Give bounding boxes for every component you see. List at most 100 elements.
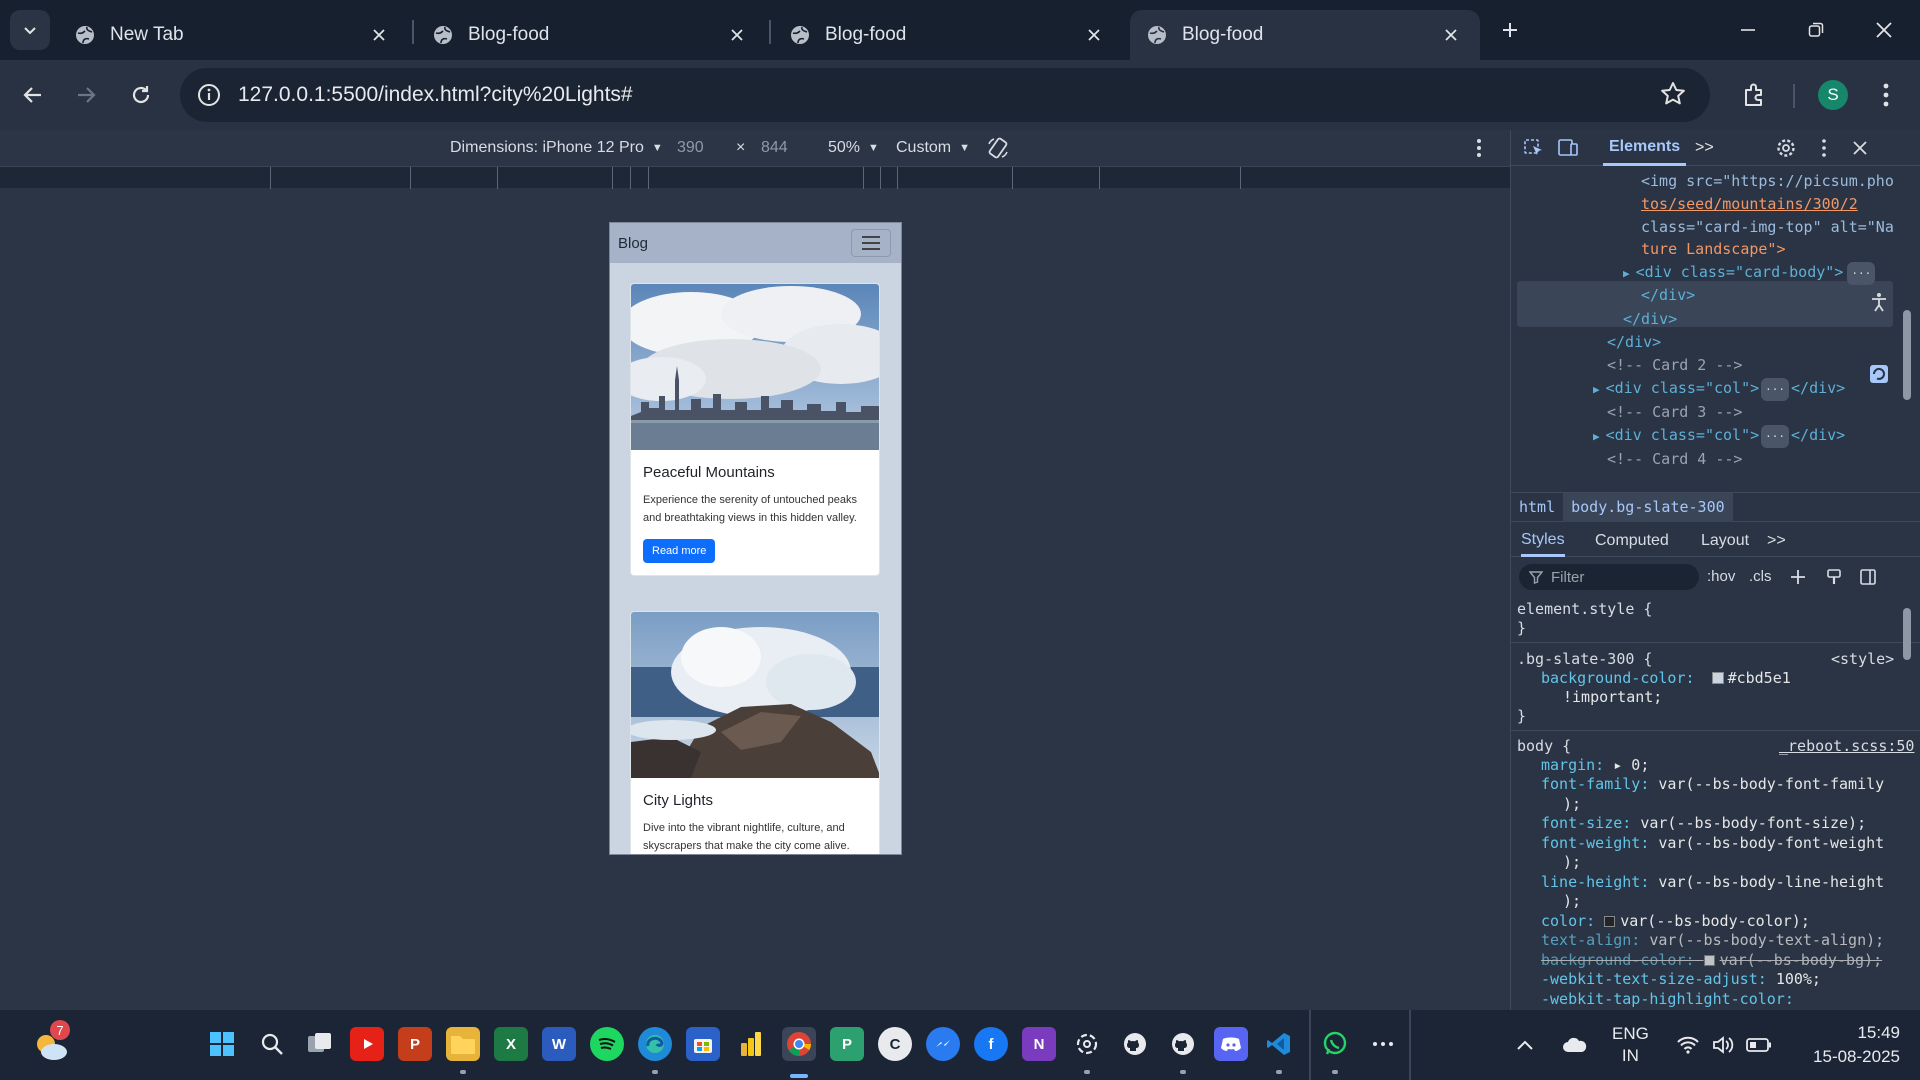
media-query-marker[interactable] — [897, 167, 898, 189]
onedrive-button[interactable] — [1562, 1010, 1588, 1080]
zoom-selector[interactable]: 50% ▼ — [828, 139, 879, 157]
media-query-marker[interactable] — [270, 167, 271, 189]
dom-tree[interactable]: <img src="https://picsum.pho tos/seed/mou… — [1511, 166, 1920, 466]
tab-blog-food-2[interactable]: Blog-food — [773, 10, 1123, 60]
navbar-brand[interactable]: Blog — [618, 235, 648, 252]
media-query-marker[interactable] — [410, 167, 411, 189]
navbar-toggler-button[interactable] — [851, 229, 891, 257]
color-swatch[interactable] — [1711, 672, 1724, 684]
css-declaration[interactable]: font-family: var(--bs-body-font-family — [1541, 775, 1884, 794]
powerpoint-app[interactable]: P — [398, 1027, 432, 1061]
search-button[interactable] — [255, 1027, 289, 1061]
tab-layout[interactable]: Layout — [1701, 525, 1749, 557]
dom-comment[interactable]: <!-- Card 2 --> — [1607, 354, 1742, 377]
media-query-marker[interactable] — [497, 167, 498, 189]
dom-comment[interactable]: <!-- Card 3 --> — [1607, 401, 1742, 424]
reload-button[interactable] — [120, 74, 162, 116]
css-declaration[interactable]: ); — [1563, 892, 1581, 911]
css-declaration[interactable]: line-height: var(--bs-body-line-height — [1541, 873, 1884, 892]
facebook-app[interactable]: f — [974, 1027, 1008, 1061]
word-app[interactable]: W — [542, 1027, 576, 1061]
breadcrumb-body[interactable]: body.bg-slate-300 — [1563, 492, 1733, 522]
powerbi-app[interactable] — [734, 1027, 768, 1061]
excel-app[interactable]: X — [494, 1027, 528, 1061]
hov-toggle[interactable]: :hov — [1707, 568, 1735, 585]
start-button[interactable] — [205, 1027, 239, 1061]
dom-close-tag[interactable]: </div> — [1641, 284, 1695, 307]
dom-node-img[interactable]: <img src="https://picsum.pho — [1641, 170, 1894, 193]
read-more-button[interactable]: Read more — [643, 539, 716, 563]
whatsapp-app[interactable] — [1318, 1027, 1352, 1061]
sidebar-toggle-icon[interactable] — [1859, 568, 1877, 586]
tab-search-button[interactable] — [10, 10, 50, 50]
height-input[interactable]: 844 — [761, 139, 788, 157]
dom-close-tag[interactable]: </div> — [1607, 331, 1661, 354]
quick-settings-button[interactable] — [1676, 1010, 1772, 1080]
media-query-marker[interactable] — [1099, 167, 1100, 189]
dom-node-card-body[interactable]: ▶ <div class="card-body"> ··· — [1623, 261, 1876, 285]
profile-button[interactable]: S — [1812, 74, 1854, 116]
media-query-marker[interactable] — [648, 167, 649, 189]
css-declaration[interactable]: -webkit-tap-highlight-color: — [1541, 990, 1794, 1009]
task-view-button[interactable] — [303, 1027, 337, 1061]
accessibility-icon[interactable] — [1869, 292, 1889, 312]
css-declaration[interactable]: color: var(--bs-body-color); — [1541, 912, 1810, 931]
styles-scrollbar[interactable] — [1903, 608, 1911, 660]
spotify-app[interactable] — [590, 1027, 624, 1061]
vscode-app[interactable] — [1262, 1027, 1296, 1061]
css-declaration[interactable]: ); — [1563, 853, 1581, 872]
extensions-button[interactable] — [1733, 74, 1775, 116]
weather-widget[interactable]: 7 — [30, 1020, 70, 1064]
gear-icon[interactable] — [1775, 138, 1797, 158]
back-button[interactable] — [12, 74, 54, 116]
css-declaration[interactable]: -webkit-text-size-adjust: 100%; — [1541, 970, 1821, 989]
dom-node-col[interactable]: ▶ <div class="col"> ··· </div> — [1593, 424, 1845, 448]
cursor-app[interactable]: C — [878, 1027, 912, 1061]
rule-source[interactable]: <style> — [1831, 650, 1894, 669]
show-hidden-icons-button[interactable] — [1516, 1010, 1534, 1080]
copilot-icon[interactable] — [1869, 364, 1889, 384]
new-rule-icon[interactable] — [1789, 568, 1807, 586]
chrome-app[interactable] — [782, 1027, 816, 1061]
width-input[interactable]: 390 — [677, 139, 704, 157]
more-style-tabs-button[interactable]: >> — [1767, 525, 1786, 557]
dom-node-img[interactable]: class="card-img-top" alt="Na — [1641, 216, 1894, 239]
device-toolbar-menu[interactable] — [1476, 138, 1482, 158]
github-app[interactable] — [1166, 1027, 1200, 1061]
declaration-background-color[interactable]: background-color: #cbd5e1 — [1541, 669, 1791, 688]
close-tab-icon[interactable] — [1083, 24, 1105, 46]
styles-filter-input[interactable]: Filter — [1519, 564, 1699, 590]
chatgpt-app[interactable] — [1070, 1027, 1104, 1061]
bookmark-star-icon[interactable] — [1660, 81, 1686, 107]
discord-app[interactable] — [1214, 1027, 1248, 1061]
close-tab-icon[interactable] — [1440, 24, 1462, 46]
tab-new-tab[interactable]: New Tab — [58, 10, 408, 60]
css-declaration[interactable]: font-weight: var(--bs-body-font-weight — [1541, 834, 1884, 853]
more-apps-button[interactable] — [1366, 1027, 1400, 1061]
tab-blog-food-1[interactable]: Blog-food — [416, 10, 766, 60]
css-declaration[interactable]: margin: ▸ 0; — [1541, 756, 1649, 775]
media-query-marker[interactable] — [863, 167, 864, 189]
close-tab-icon[interactable] — [726, 24, 748, 46]
dom-node-img[interactable]: tos/seed/mountains/300/2 — [1641, 193, 1858, 216]
tab-computed[interactable]: Computed — [1595, 525, 1669, 557]
messenger-app[interactable] — [926, 1027, 960, 1061]
github-desktop-app[interactable] — [1118, 1027, 1152, 1061]
address-bar[interactable]: 127.0.0.1:5500/index.html?city%20Lights# — [180, 68, 1710, 122]
color-swatch[interactable] — [1604, 915, 1616, 927]
device-selector[interactable]: Dimensions: iPhone 12 Pro ▼ — [450, 139, 663, 157]
media-query-bar[interactable] — [0, 166, 1510, 189]
breadcrumb-html[interactable]: html — [1511, 493, 1563, 522]
media-query-marker[interactable] — [612, 167, 613, 189]
css-declaration[interactable]: ); — [1563, 795, 1581, 814]
throttle-selector[interactable]: Custom ▼ — [896, 139, 970, 157]
store-app[interactable] — [686, 1027, 720, 1061]
onenote-app[interactable]: N — [1022, 1027, 1056, 1061]
media-query-marker[interactable] — [880, 167, 881, 189]
close-tab-icon[interactable] — [368, 24, 390, 46]
input-language-button[interactable]: ENG IN — [1612, 1010, 1649, 1080]
close-icon[interactable] — [1849, 138, 1871, 158]
rule-source-link[interactable]: _reboot.scss:50 — [1779, 737, 1914, 756]
paint-brush-icon[interactable] — [1825, 568, 1843, 586]
minimize-button[interactable] — [1728, 12, 1768, 48]
